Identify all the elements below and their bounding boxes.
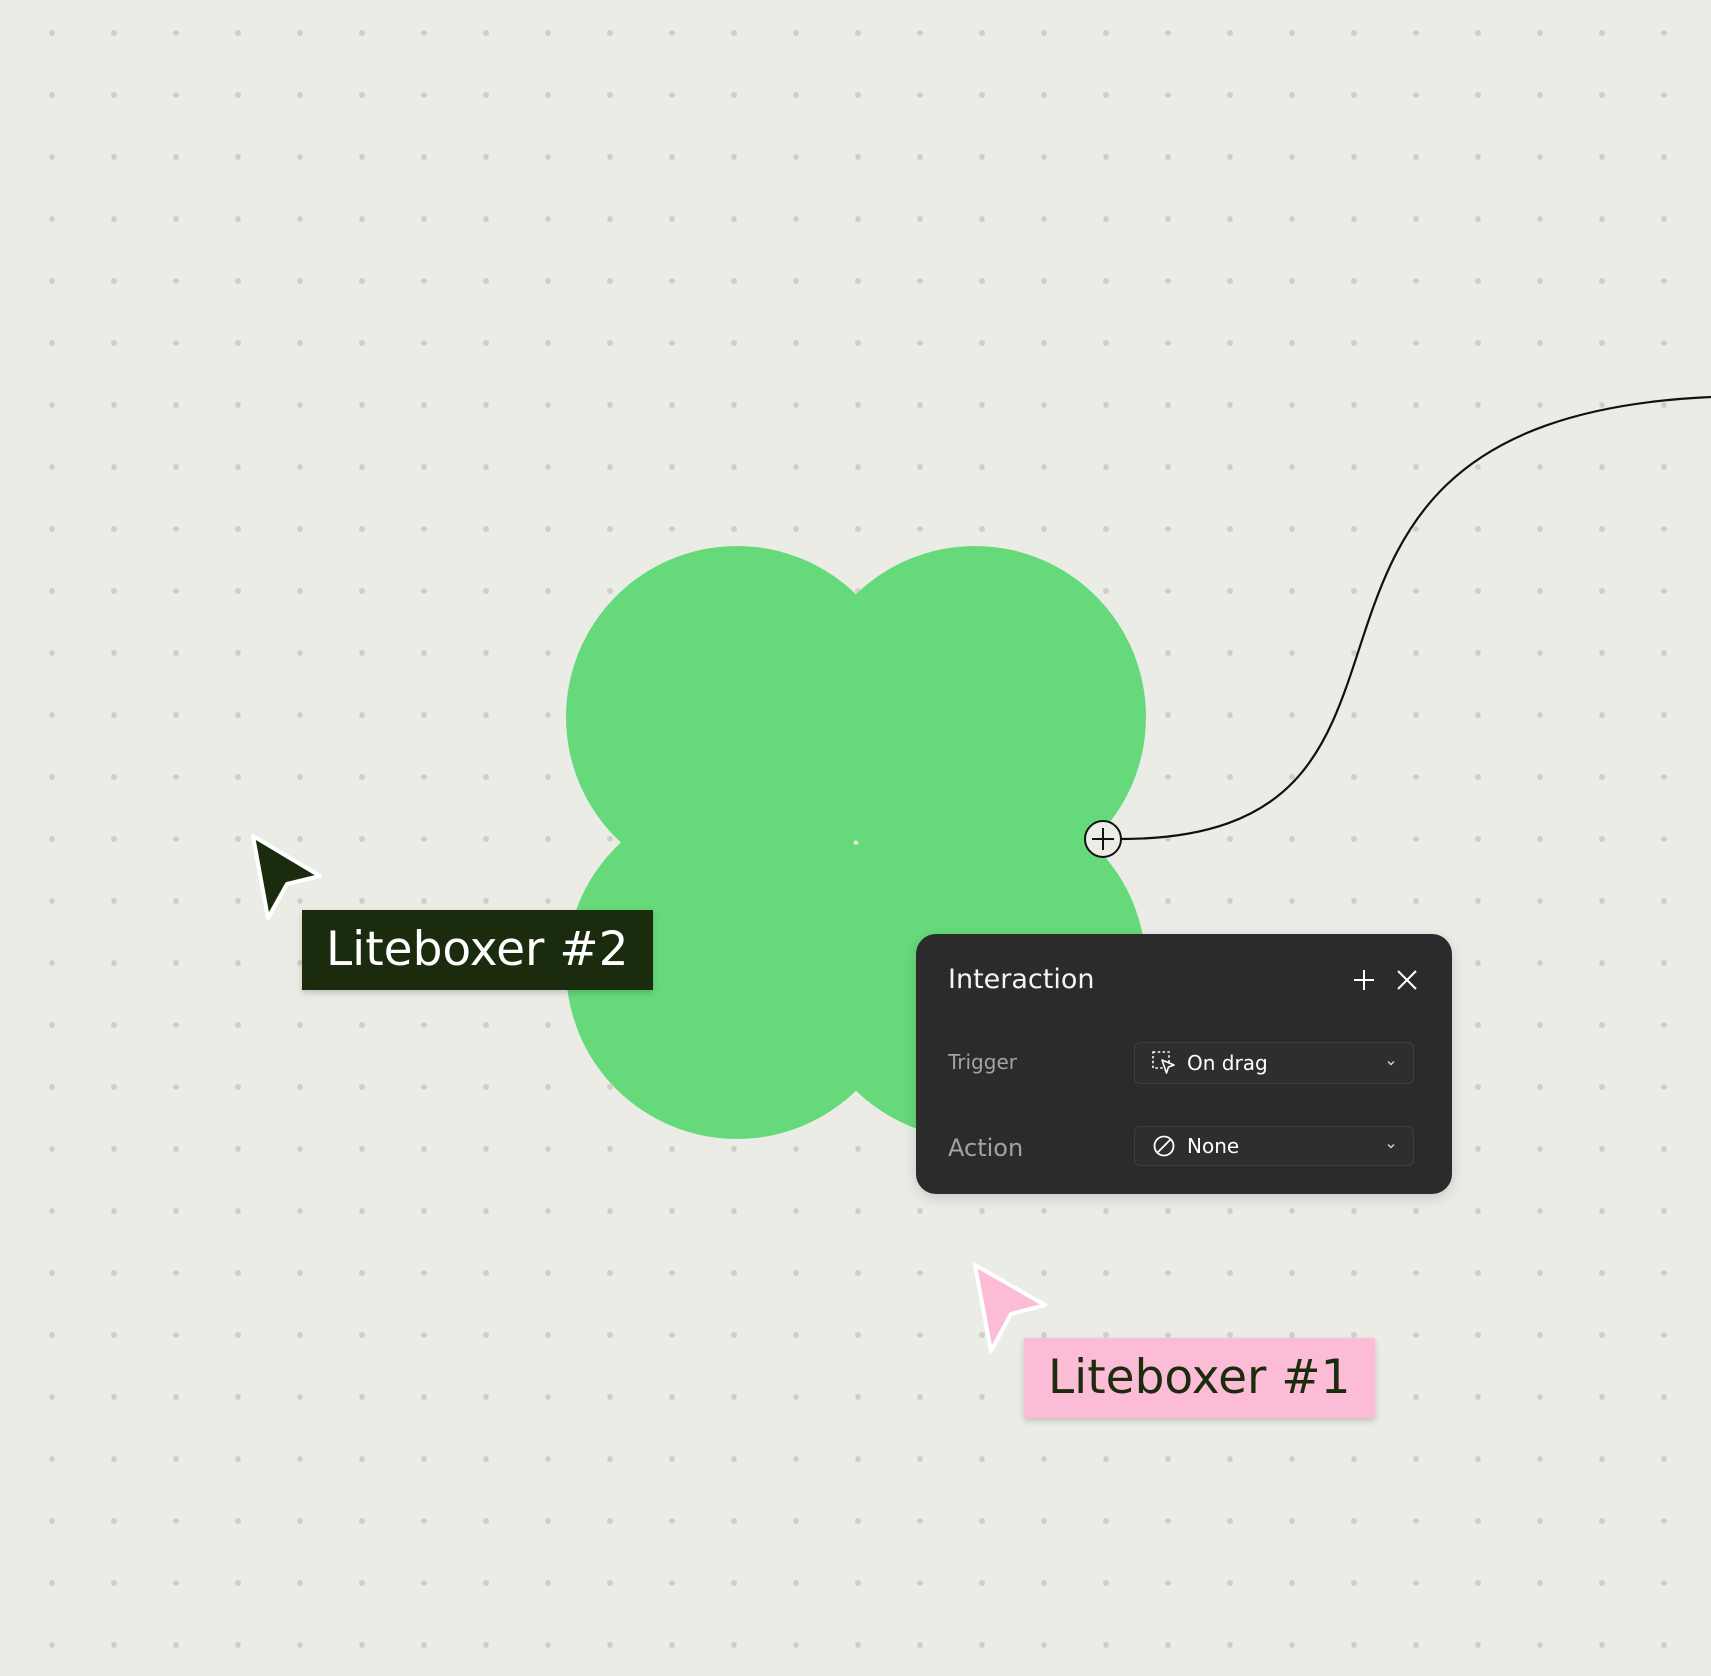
drag-cursor-icon bbox=[1151, 1050, 1177, 1076]
close-panel-button[interactable] bbox=[1391, 964, 1423, 996]
connection-handle-plus-icon[interactable] bbox=[1084, 820, 1122, 858]
action-select[interactable]: None bbox=[1134, 1126, 1414, 1166]
trigger-value: On drag bbox=[1187, 1051, 1268, 1075]
plus-icon bbox=[1354, 970, 1374, 990]
chevron-down-icon bbox=[1383, 1055, 1399, 1071]
collaborator-cursor-label-1: Liteboxer #1 bbox=[1024, 1338, 1375, 1418]
interaction-connector-line[interactable] bbox=[1120, 395, 1711, 841]
design-canvas[interactable] bbox=[0, 0, 1711, 1676]
action-value: None bbox=[1187, 1134, 1240, 1158]
interaction-panel: Interaction Trigger On drag Action None bbox=[916, 934, 1452, 1194]
trigger-select[interactable]: On drag bbox=[1134, 1042, 1414, 1084]
collaborator-cursor-label-2: Liteboxer #2 bbox=[302, 910, 653, 990]
panel-title: Interaction bbox=[948, 964, 1095, 995]
add-interaction-button[interactable] bbox=[1348, 964, 1380, 996]
close-icon bbox=[1397, 970, 1417, 990]
cursor-pointer-icon bbox=[251, 834, 322, 920]
action-label: Action bbox=[948, 1134, 1024, 1162]
chevron-down-icon bbox=[1383, 1138, 1399, 1154]
none-circle-slash-icon bbox=[1151, 1133, 1177, 1159]
trigger-label: Trigger bbox=[948, 1050, 1017, 1074]
